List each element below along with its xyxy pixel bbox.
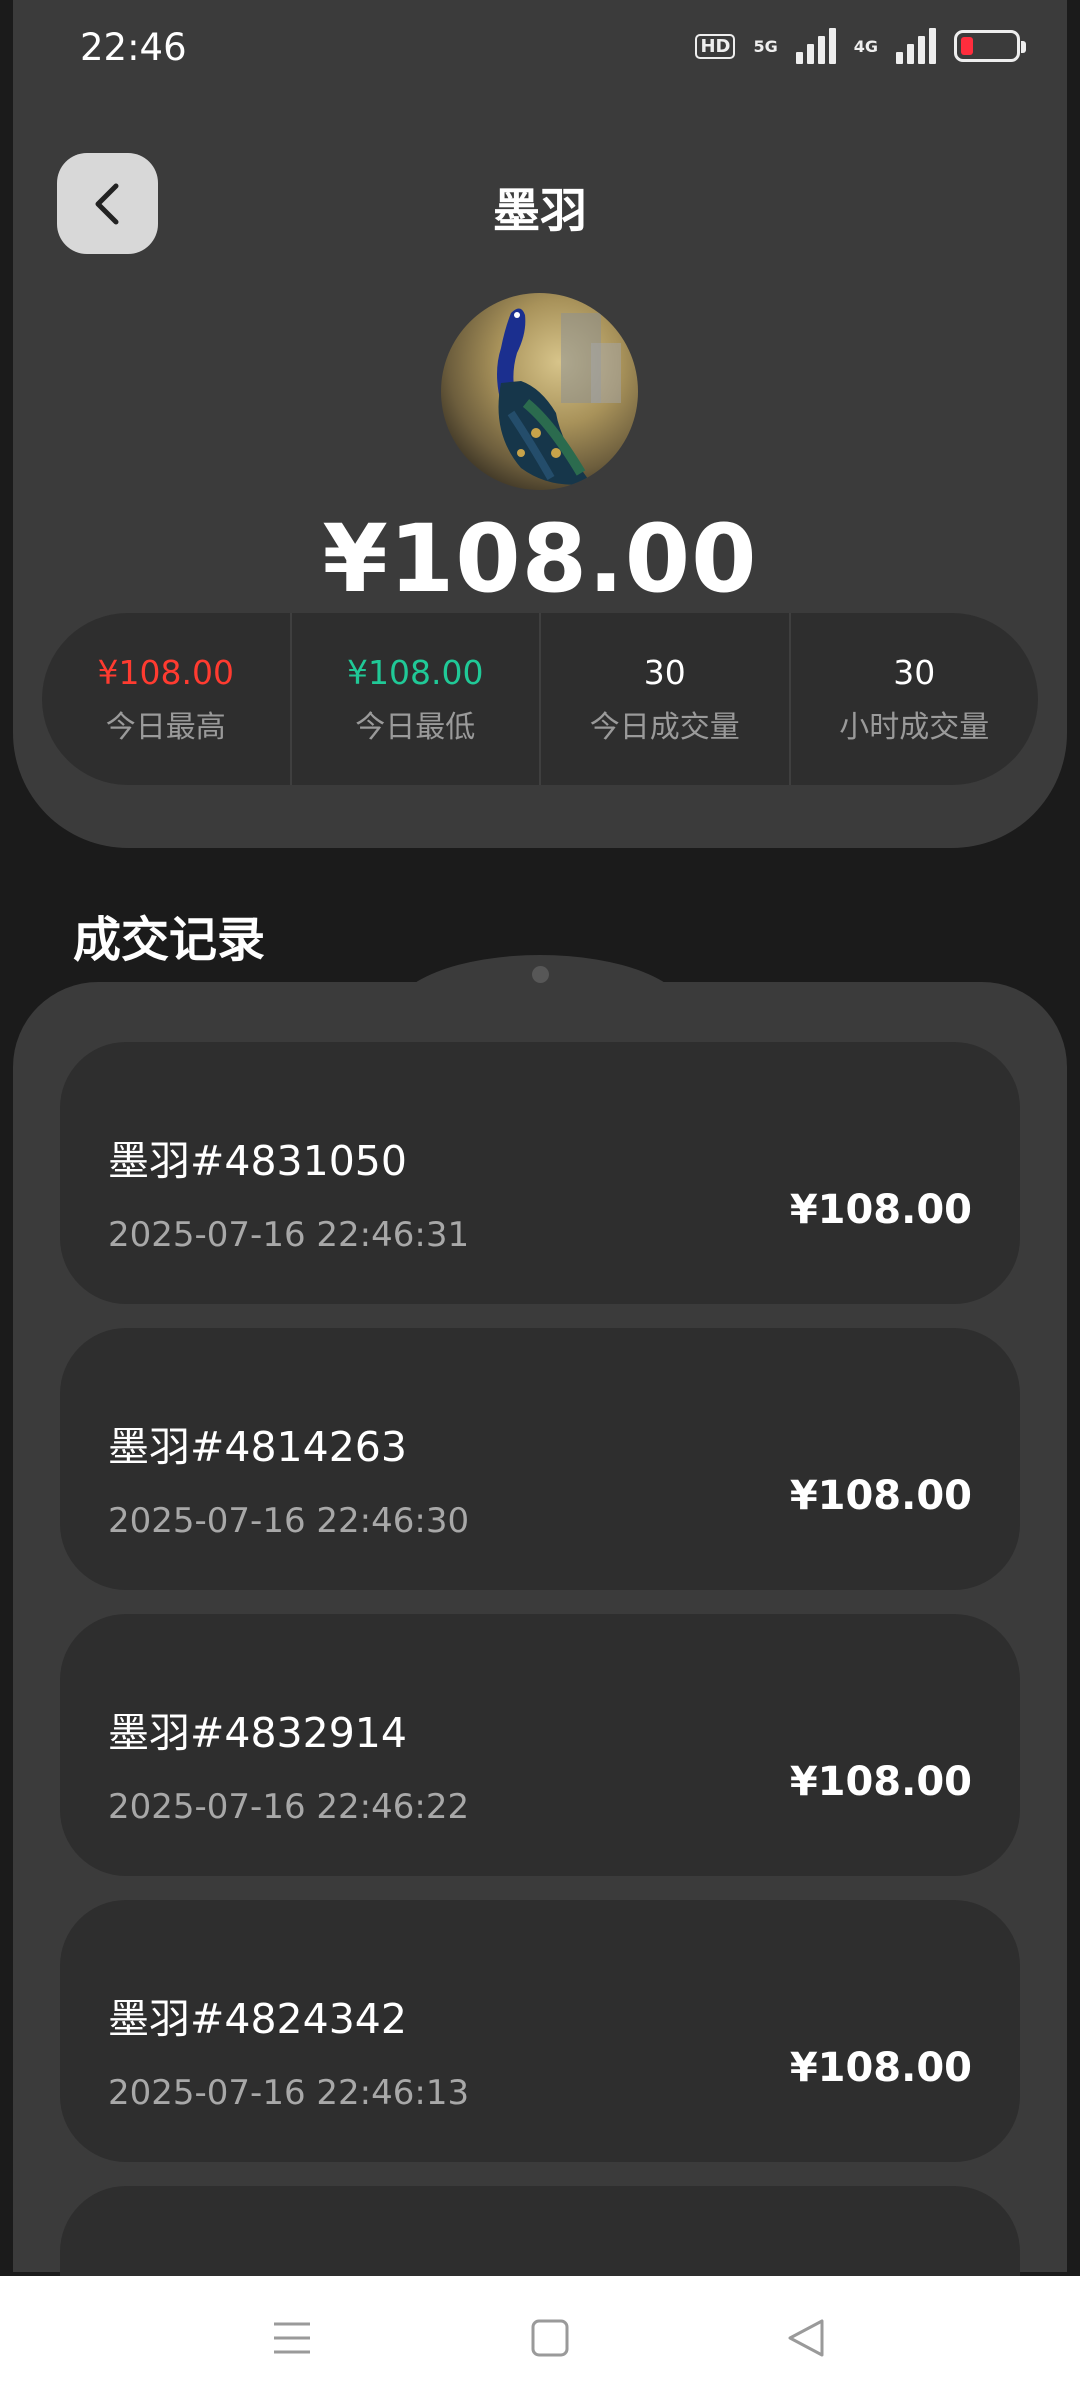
record-item[interactable]: 墨羽#4814263 2025-07-16 22:46:30 ¥108.00 (60, 1328, 1020, 1590)
record-name: 墨羽#4831050 (108, 1137, 407, 1185)
page-title: 墨羽 (493, 184, 587, 239)
record-time: 2025-07-16 22:46:30 (108, 1501, 470, 1541)
signal-4g-label: 4G (853, 36, 878, 56)
stat-today-low: ¥108.00 今日最低 (292, 613, 541, 785)
stat-value: 30 (893, 652, 936, 692)
record-item[interactable]: 墨羽#4832914 2025-07-16 22:46:22 ¥108.00 (60, 1614, 1020, 1876)
signal-5g-label: 5G (753, 36, 778, 56)
back-triangle-icon[interactable] (784, 2316, 828, 2360)
stat-value: 30 (643, 652, 686, 692)
record-time: 2025-07-16 22:46:22 (108, 1787, 470, 1827)
menu-icon[interactable] (270, 2316, 314, 2360)
record-amount: ¥108.00 (789, 1187, 972, 1233)
stat-hour-volume: 30 小时成交量 (791, 613, 1039, 785)
home-square-icon[interactable] (528, 2316, 572, 2360)
record-time: 2025-07-16 22:46:13 (108, 2073, 470, 2113)
battery-icon (954, 30, 1026, 62)
record-item[interactable]: 墨羽#4831050 2025-07-16 22:46:31 ¥108.00 (60, 1042, 1020, 1304)
stat-label: 小时成交量 (839, 709, 990, 745)
current-price: ¥108.00 (322, 505, 758, 614)
status-bar: 22:46 HD 5G 4G (0, 0, 1080, 100)
record-name: 墨羽#4832914 (108, 1709, 407, 1757)
signal-5g-icon (795, 28, 836, 64)
status-time: 22:46 (80, 26, 187, 69)
record-amount: ¥108.00 (789, 2045, 972, 2091)
record-item[interactable]: 墨羽#4824342 2025-07-16 22:46:13 ¥108.00 (60, 1900, 1020, 2162)
record-amount: ¥108.00 (789, 1473, 972, 1519)
stats-bar: ¥108.00 今日最高 ¥108.00 今日最低 30 今日成交量 30 小时… (42, 613, 1038, 785)
stat-label: 今日最低 (355, 709, 476, 745)
item-avatar (441, 293, 638, 490)
stat-value: ¥108.00 (347, 652, 484, 692)
record-name: 墨羽#4824342 (108, 1995, 407, 2043)
record-name: 墨羽#4814263 (108, 1423, 407, 1471)
record-time: 2025-07-16 22:46:31 (108, 1215, 470, 1255)
stat-label: 今日最高 (105, 709, 226, 745)
records-section-title: 成交记录 (73, 912, 266, 968)
stat-today-high: ¥108.00 今日最高 (42, 613, 292, 785)
status-icons: HD 5G 4G (695, 28, 1026, 64)
stat-label: 今日成交量 (589, 709, 740, 745)
stat-today-volume: 30 今日成交量 (541, 613, 791, 785)
peacock-painting-image (441, 293, 638, 490)
screen: 22:46 HD 5G 4G 墨羽 ¥108.00 ¥108.00 今日最高 ¥… (0, 0, 1080, 2408)
record-amount: ¥108.00 (789, 1759, 972, 1805)
system-nav-bar (0, 2276, 1080, 2408)
drag-handle-dot[interactable] (532, 966, 549, 983)
stat-value: ¥108.00 (97, 652, 234, 692)
hd-icon: HD (695, 33, 736, 59)
signal-4g-icon (896, 28, 936, 64)
